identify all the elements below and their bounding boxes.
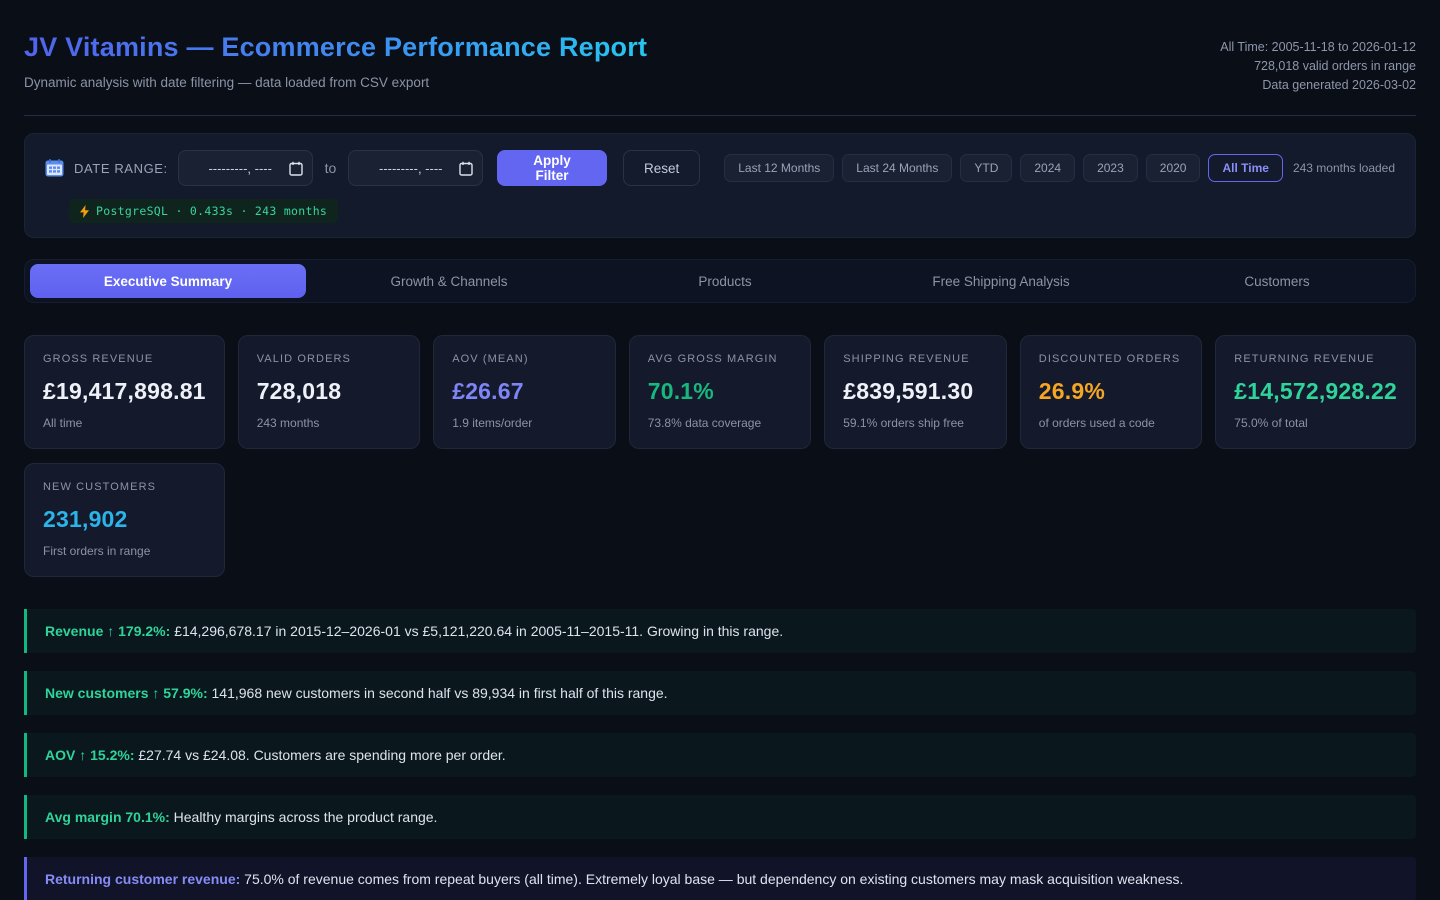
kpi-card-avg-gross-margin: AVG GROSS MARGIN 70.1% 73.8% data covera…	[629, 335, 812, 449]
apply-filter-button[interactable]: Apply Filter	[497, 150, 607, 186]
date-to-field[interactable]	[348, 150, 483, 186]
kpi-card-gross-revenue: GROSS REVENUE £19,417,898.81 All time	[24, 335, 225, 449]
kpi-sub: 1.9 items/order	[452, 416, 597, 430]
meta-valid-orders: 728,018 valid orders in range	[1220, 57, 1416, 76]
date-from-calendar-icon[interactable]	[289, 161, 303, 176]
date-from-field[interactable]	[178, 150, 313, 186]
kpi-label: AOV (MEAN)	[452, 353, 597, 365]
page-title: JV Vitamins — Ecommerce Performance Repo…	[24, 32, 647, 63]
kpi-label: GROSS REVENUE	[43, 353, 206, 365]
header-titles: JV Vitamins — Ecommerce Performance Repo…	[24, 32, 647, 90]
preset-last-12-months[interactable]: Last 12 Months	[724, 154, 834, 182]
kpi-card-returning-revenue: RETURNING REVENUE £14,572,928.22 75.0% o…	[1215, 335, 1416, 449]
insight-label: New customers ↑ 57.9%:	[45, 685, 208, 701]
db-status-badge: PostgreSQL · 0.433s · 243 months	[69, 199, 338, 223]
header-divider	[24, 115, 1416, 116]
meta-all-time-range: All Time: 2005-11-18 to 2026-01-12	[1220, 38, 1416, 57]
kpi-value: 70.1%	[648, 378, 793, 405]
insight-text: £27.74 vs £24.08. Customers are spending…	[138, 747, 505, 763]
kpi-label: SHIPPING REVENUE	[843, 353, 988, 365]
preset-buttons: Last 12 Months Last 24 Months YTD 2024 2…	[724, 154, 1283, 182]
header: JV Vitamins — Ecommerce Performance Repo…	[24, 0, 1416, 95]
insight-label: Avg margin 70.1%:	[45, 809, 170, 825]
insight-aov: AOV ↑ 15.2%: £27.74 vs £24.08. Customers…	[24, 733, 1416, 777]
preset-ytd[interactable]: YTD	[960, 154, 1012, 182]
kpi-value: £839,591.30	[843, 378, 988, 405]
kpi-sub: 75.0% of total	[1234, 416, 1397, 430]
kpi-sub: 243 months	[257, 416, 402, 430]
report-page: JV Vitamins — Ecommerce Performance Repo…	[0, 0, 1440, 900]
kpi-value: £14,572,928.22	[1234, 378, 1397, 405]
date-filter-panel: DATE RANGE: to Apply Filter Rese	[24, 133, 1416, 238]
kpi-label: VALID ORDERS	[257, 353, 402, 365]
tab-customers[interactable]: Customers	[1139, 260, 1415, 302]
date-to-calendar-icon[interactable]	[459, 161, 473, 176]
header-meta: All Time: 2005-11-18 to 2026-01-12 728,0…	[1220, 32, 1416, 95]
kpi-value: £26.67	[452, 378, 597, 405]
insight-text: Healthy margins across the product range…	[174, 809, 438, 825]
kpi-card-valid-orders: VALID ORDERS 728,018 243 months	[238, 335, 421, 449]
meta-data-generated: Data generated 2026-03-02	[1220, 76, 1416, 95]
tab-executive-summary-label: Executive Summary	[30, 264, 306, 298]
kpi-value: 26.9%	[1039, 378, 1184, 405]
insight-label: AOV ↑ 15.2%:	[45, 747, 134, 763]
preset-2023[interactable]: 2023	[1083, 154, 1138, 182]
lightning-bolt-icon	[80, 205, 89, 218]
kpi-card-new-customers: NEW CUSTOMERS 231,902 First orders in ra…	[24, 463, 225, 577]
tabbar: Executive Summary Growth & Channels Prod…	[24, 259, 1416, 303]
insight-text: 141,968 new customers in second half vs …	[212, 685, 668, 701]
reset-button[interactable]: Reset	[623, 150, 700, 186]
kpi-label: AVG GROSS MARGIN	[648, 353, 793, 365]
insight-revenue-growth: Revenue ↑ 179.2%: £14,296,678.17 in 2015…	[24, 609, 1416, 653]
insight-label: Returning customer revenue:	[45, 871, 240, 887]
to-label: to	[323, 160, 339, 176]
db-status-text: PostgreSQL · 0.433s · 243 months	[96, 204, 327, 218]
filter-row: DATE RANGE: to Apply Filter Rese	[45, 150, 1395, 186]
preset-2024[interactable]: 2024	[1020, 154, 1075, 182]
insight-returning-customer-revenue: Returning customer revenue: 75.0% of rev…	[24, 857, 1416, 900]
kpi-label: RETURNING REVENUE	[1234, 353, 1397, 365]
insight-text: £14,296,678.17 in 2015-12–2026-01 vs £5,…	[174, 623, 783, 639]
insight-new-customers: New customers ↑ 57.9%: 141,968 new custo…	[24, 671, 1416, 715]
insight-avg-margin: Avg margin 70.1%: Healthy margins across…	[24, 795, 1416, 839]
kpi-sub: 73.8% data coverage	[648, 416, 793, 430]
page-subtitle: Dynamic analysis with date filtering — d…	[24, 75, 647, 90]
kpi-value: £19,417,898.81	[43, 378, 206, 405]
tab-free-shipping-analysis[interactable]: Free Shipping Analysis	[863, 260, 1139, 302]
kpi-value: 728,018	[257, 378, 402, 405]
kpi-sub: of orders used a code	[1039, 416, 1184, 430]
insight-text: 75.0% of revenue comes from repeat buyer…	[244, 871, 1183, 887]
tab-products[interactable]: Products	[587, 260, 863, 302]
kpi-label: DISCOUNTED ORDERS	[1039, 353, 1184, 365]
months-loaded-text: 243 months loaded	[1293, 161, 1395, 175]
kpi-card-aov-mean: AOV (MEAN) £26.67 1.9 items/order	[433, 335, 616, 449]
kpi-sub: All time	[43, 416, 206, 430]
kpi-label: NEW CUSTOMERS	[43, 481, 206, 493]
tab-executive-summary[interactable]: Executive Summary	[25, 260, 311, 302]
kpi-card-discounted-orders: DISCOUNTED ORDERS 26.9% of orders used a…	[1020, 335, 1203, 449]
calendar-emoji-icon	[45, 159, 64, 177]
insights-list: Revenue ↑ 179.2%: £14,296,678.17 in 2015…	[24, 609, 1416, 900]
tab-growth-channels[interactable]: Growth & Channels	[311, 260, 587, 302]
insight-label: Revenue ↑ 179.2%:	[45, 623, 170, 639]
preset-2020[interactable]: 2020	[1146, 154, 1201, 182]
date-range-label: DATE RANGE:	[74, 161, 168, 176]
kpi-card-shipping-revenue: SHIPPING REVENUE £839,591.30 59.1% order…	[824, 335, 1007, 449]
preset-all-time[interactable]: All Time	[1208, 154, 1282, 182]
preset-last-24-months[interactable]: Last 24 Months	[842, 154, 952, 182]
kpi-sub: First orders in range	[43, 544, 206, 558]
kpi-sub: 59.1% orders ship free	[843, 416, 988, 430]
kpi-grid: GROSS REVENUE £19,417,898.81 All time VA…	[24, 335, 1416, 577]
kpi-value: 231,902	[43, 506, 206, 533]
